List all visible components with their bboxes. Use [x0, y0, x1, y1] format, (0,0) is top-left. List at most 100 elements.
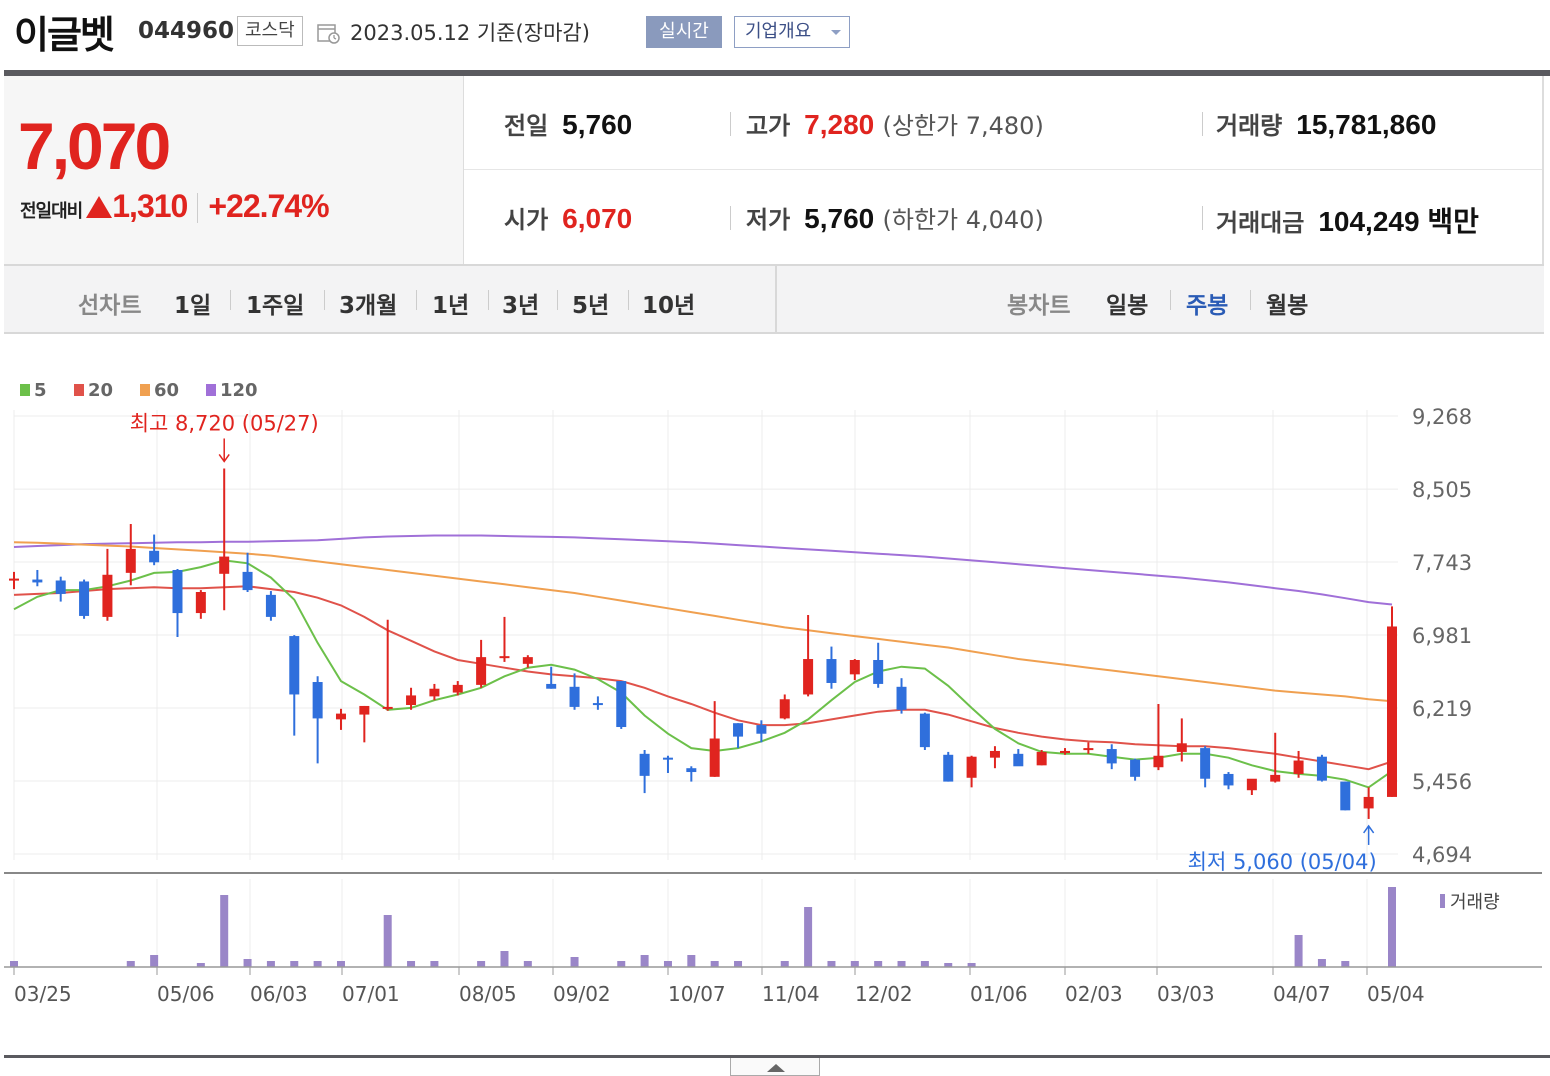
candle-body — [522, 657, 533, 664]
volume-bar — [1317, 959, 1326, 967]
candle-body — [172, 569, 183, 614]
volume-bar — [10, 961, 18, 967]
volume-bar — [126, 961, 135, 967]
volume-bar — [617, 961, 626, 967]
candle-body — [966, 756, 977, 778]
chevron-down-icon — [831, 30, 841, 35]
weekly-candlestick-chart: 9,268 8,505 7,743 6,981 6,219 5,456 4,694 5 20 60… — [4, 380, 1542, 1006]
tab-candle-daily[interactable]: 일봉 — [1106, 286, 1148, 320]
tab-line-5y[interactable]: 5년 — [572, 286, 609, 320]
legend-swatch — [20, 384, 30, 396]
current-price-panel: 7,070 전일대비 1,310 +22.74% — [4, 76, 464, 264]
volume-bar — [804, 907, 813, 967]
y-tick-label: 7,743 — [1412, 551, 1472, 575]
stat-open-value: 6,070 — [562, 203, 633, 234]
candle-body — [242, 571, 253, 591]
volume-bar — [407, 961, 416, 967]
divider — [416, 290, 417, 310]
divider — [730, 112, 731, 136]
candle-body — [1340, 781, 1351, 811]
candle-body — [1293, 760, 1304, 774]
divider — [1170, 290, 1171, 310]
candle-body — [569, 686, 580, 707]
legend-swatch — [206, 384, 216, 396]
line-chart-label: 선차트 — [78, 293, 142, 319]
candle-body — [1363, 796, 1374, 809]
tab-line-3y[interactable]: 3년 — [502, 286, 539, 320]
x-tick-label: 04/07 — [1273, 982, 1331, 1006]
y-tick-label: 6,981 — [1412, 624, 1472, 648]
volume-bar — [500, 951, 509, 967]
candle-body — [289, 636, 300, 695]
base-date: 2023.05.12 기준(장마감) — [350, 21, 590, 45]
candle-body — [125, 548, 136, 573]
stat-high-value: 7,280 — [804, 109, 875, 140]
divider — [730, 206, 731, 230]
stat-prev: 전일 5,760 — [504, 106, 632, 141]
stat-open-label: 시가 — [504, 206, 549, 234]
candle-body — [1036, 751, 1047, 766]
tab-candle-monthly[interactable]: 월봉 — [1266, 286, 1308, 320]
x-tick-label: 01/06 — [970, 982, 1028, 1006]
candle-body — [1316, 756, 1327, 781]
candle-body — [452, 684, 463, 693]
divider — [230, 290, 231, 310]
realtime-button[interactable]: 실시간 — [646, 16, 722, 48]
candle-body — [1153, 755, 1164, 768]
candle-body — [149, 550, 160, 563]
candle-body — [312, 682, 323, 719]
volume-bar — [663, 961, 672, 967]
x-tick-label: 12/02 — [855, 982, 913, 1006]
volume-bar — [897, 961, 906, 967]
candle-body — [919, 713, 930, 748]
up-arrow-icon — [86, 196, 113, 218]
collapse-toggle[interactable] — [730, 1058, 820, 1076]
price-change-row: 전일대비 1,310 +22.74% — [20, 188, 330, 225]
change-value: 1,310 — [112, 188, 188, 224]
x-tick-label: 05/04 — [1367, 982, 1425, 1006]
divider — [324, 290, 325, 310]
ma5-line — [13, 559, 1393, 789]
volume-bar — [220, 895, 229, 967]
tab-line-10y[interactable]: 10년 — [642, 286, 695, 320]
volume-bar — [1388, 887, 1396, 967]
candle-body — [9, 578, 19, 581]
volume-bar — [1341, 961, 1350, 967]
volume-bar — [266, 961, 275, 967]
volume-bar — [734, 961, 743, 967]
legend-swatch — [74, 384, 84, 396]
volume-bar — [640, 955, 649, 967]
current-price: 7,070 — [18, 109, 171, 183]
volume-bar — [710, 961, 719, 967]
legend-swatch — [140, 384, 150, 396]
tab-line-1d[interactable]: 1일 — [174, 286, 211, 320]
candle-body — [989, 750, 1000, 758]
candle-body — [733, 723, 744, 737]
volume-bar — [523, 961, 532, 967]
divider — [628, 290, 629, 310]
low-annotation: 최저 5,060 (05/04) — [1188, 850, 1377, 874]
divider — [488, 290, 489, 310]
candle-body — [429, 688, 440, 697]
tab-line-1y[interactable]: 1년 — [432, 286, 469, 320]
candle-chart-label: 봉차트 — [1007, 293, 1071, 319]
calendar-icon — [317, 24, 340, 44]
tab-line-1w[interactable]: 1주일 — [246, 286, 304, 320]
tab-candle-weekly[interactable]: 주봉 — [1186, 286, 1228, 320]
candle-body — [476, 657, 487, 685]
company-overview-dropdown[interactable]: 기업개요 — [734, 16, 850, 48]
stat-prev-value: 5,760 — [562, 109, 633, 140]
volume-bar — [243, 959, 252, 967]
candle-body — [896, 686, 907, 710]
divider — [1202, 112, 1203, 136]
tab-line-3m[interactable]: 3개월 — [339, 286, 397, 320]
x-tick-label: 03/03 — [1157, 982, 1215, 1006]
divider — [1202, 206, 1203, 230]
price-stats: 전일 5,760 고가 7,280 (상한가 7,480) 거래량 15,781,86… — [464, 76, 1542, 264]
candle-body — [686, 768, 697, 773]
x-tick-label: 09/02 — [553, 982, 611, 1006]
candle-body — [662, 757, 673, 760]
legend-label: 5 — [34, 380, 47, 401]
volume-bar — [687, 955, 696, 967]
y-tick-label: 4,694 — [1412, 843, 1472, 867]
